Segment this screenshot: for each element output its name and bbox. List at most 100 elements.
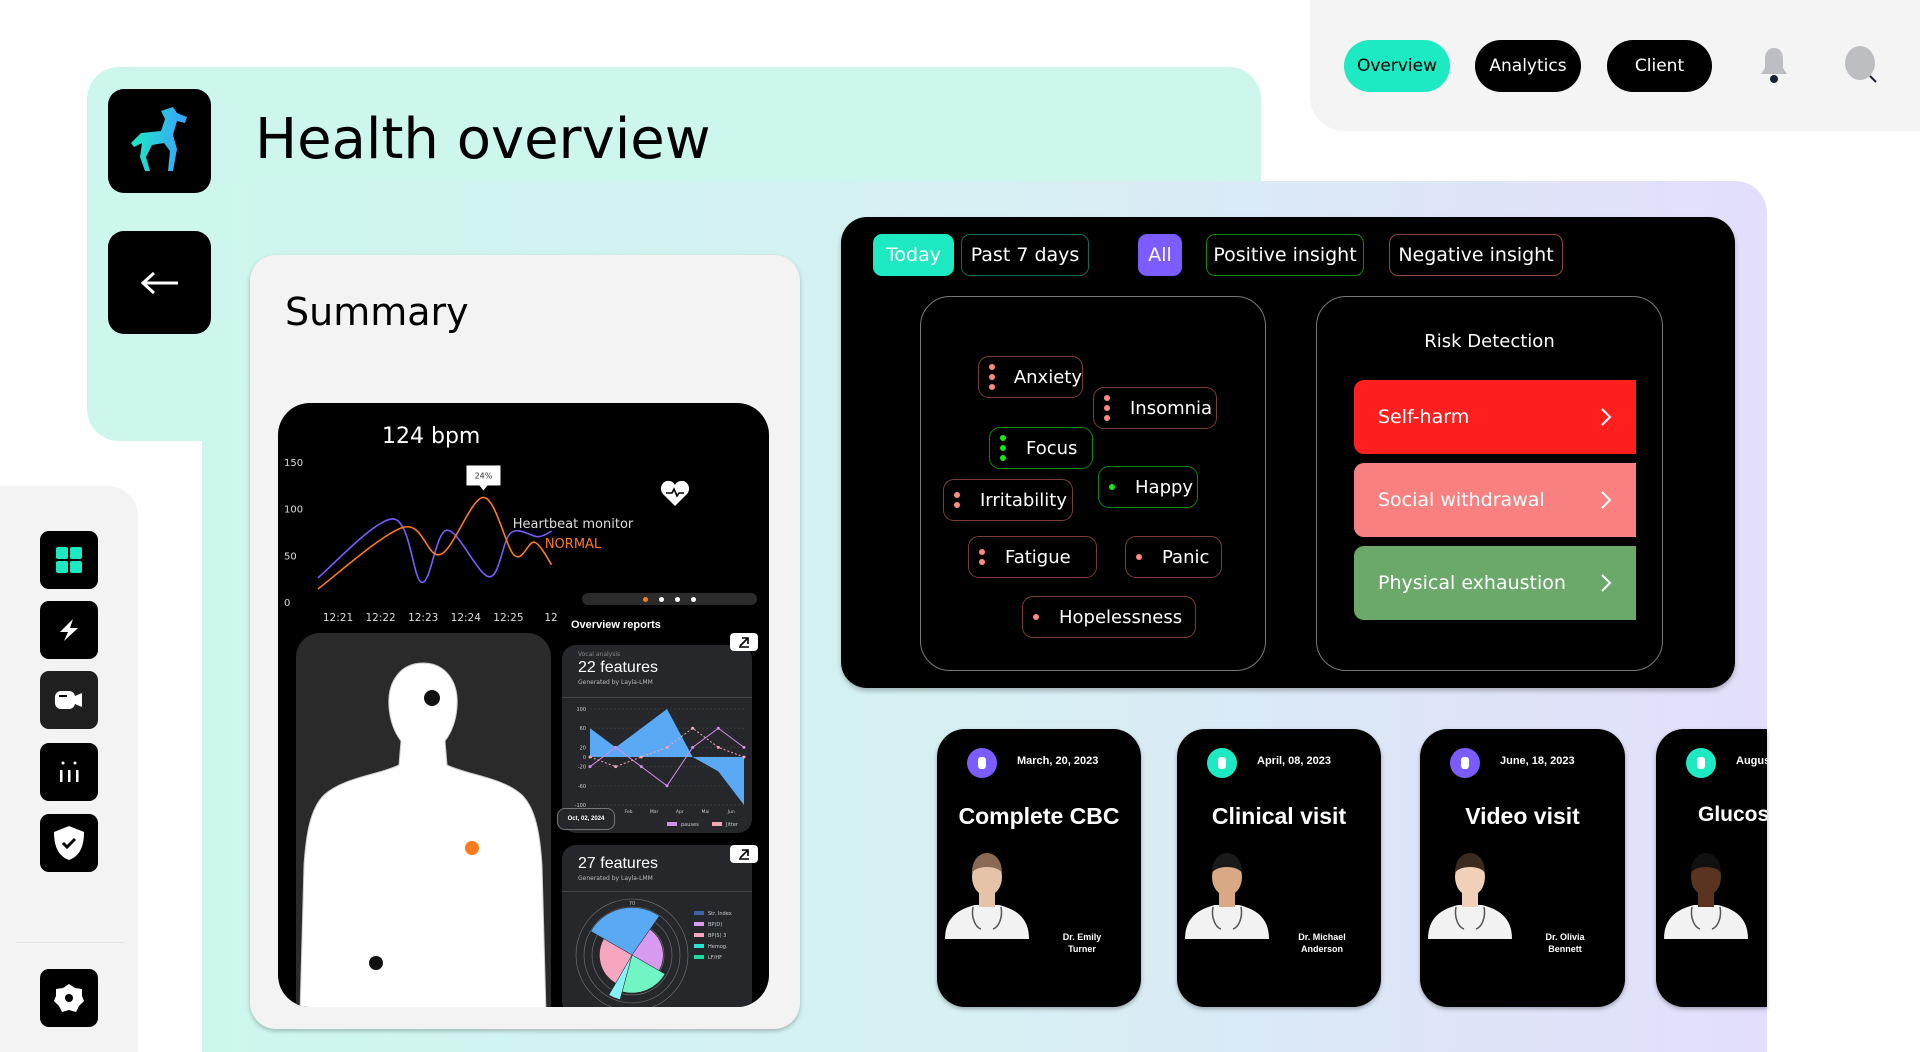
bell-icon[interactable] — [1758, 45, 1790, 87]
overview-reports-label: Overview reports — [571, 619, 661, 631]
expand-report-button[interactable] — [730, 845, 758, 863]
risk-label: Physical exhaustion — [1378, 572, 1566, 594]
y-tick-label: 0 — [284, 598, 290, 609]
severity-dots — [1109, 484, 1123, 490]
heartbeat-monitor-label: Heartbeat monitor — [512, 517, 634, 532]
x-tick-label: Mai — [702, 809, 710, 815]
report-title: 27 features — [578, 855, 659, 872]
symptom-tag[interactable]: Happy — [1098, 466, 1198, 508]
report-subtitle: Generated by Layla-LMM — [578, 679, 653, 686]
chevron-right-icon — [1601, 574, 1612, 592]
risk-item[interactable]: Self-harm — [1354, 380, 1636, 454]
nav-overview[interactable]: Overview — [1344, 40, 1450, 92]
divider — [562, 891, 752, 892]
report-card-vocal[interactable]: Vocal analysis 22 features Generated by … — [562, 645, 752, 833]
carousel-dots — [582, 593, 757, 605]
sidebar-item-settings[interactable] — [40, 969, 98, 1027]
visit-card[interactable]: June, 18, 2023 Video visit Dr. Olivia Be… — [1420, 729, 1625, 1007]
report-card-features[interactable]: 27 features Generated by Layla-LMM 70605… — [562, 845, 752, 1007]
symptom-tag[interactable]: Anxiety — [978, 356, 1083, 398]
symptom-tag[interactable]: Focus — [989, 427, 1093, 469]
expand-report-button[interactable] — [730, 633, 758, 651]
sidebar-item-video[interactable] — [40, 671, 98, 729]
symptom-tag[interactable]: Hopelessness — [1022, 596, 1196, 638]
back-button[interactable] — [108, 231, 211, 334]
doctor-avatar — [1428, 853, 1512, 939]
top-navigation: Overview Analytics Client — [1310, 0, 1920, 131]
data-point — [691, 745, 695, 749]
drop-icon — [1686, 748, 1716, 778]
data-point — [588, 755, 592, 759]
filter-past-7-days[interactable]: Past 7 days — [961, 234, 1089, 276]
data-point — [588, 765, 592, 769]
sidebar-item-activity[interactable] — [40, 601, 98, 659]
risk-detection-title: Risk Detection — [1424, 331, 1555, 352]
legend-label: BP(D) — [708, 922, 722, 928]
doctor-name: Dr. Olivia Bennett — [1545, 932, 1585, 954]
tag-label: Happy — [1135, 476, 1194, 498]
y-tick-label: -20 — [578, 765, 586, 771]
visit-title: Complete CBC — [958, 803, 1120, 829]
visit-card[interactable]: Augus Glucos — [1656, 729, 1767, 1007]
y-tick-label: 20 — [580, 745, 586, 751]
sidebar-item-stats[interactable] — [40, 743, 98, 801]
y-tick-label: 50 — [284, 551, 297, 562]
data-point — [665, 745, 669, 749]
visit-card[interactable]: March, 20, 2023 Complete CBC Dr. Emily T… — [937, 729, 1141, 1007]
symptom-tag[interactable]: Fatigue — [968, 536, 1097, 578]
carousel-dot[interactable] — [691, 596, 696, 602]
severity-dots — [954, 492, 968, 508]
risk-item[interactable]: Social withdrawal — [1354, 463, 1636, 537]
tag-label: Irritability — [980, 489, 1068, 511]
symptom-tag[interactable]: Panic — [1125, 536, 1222, 578]
report-date-badge: Oct, 02, 2024 — [557, 808, 615, 830]
legend-swatch — [694, 944, 704, 948]
legend-swatch — [694, 911, 704, 915]
x-tick-label: Feb — [625, 809, 633, 815]
legend-label: pauses — [681, 822, 699, 828]
legend-label: Str. Index — [708, 911, 732, 917]
summary-dark-panel: 124 bpm 150 100 50 0 12:21 12:22 12:23 12:24 12:… — [278, 403, 769, 1007]
data-point — [691, 726, 695, 730]
data-point — [716, 745, 720, 749]
nav-analytics[interactable]: Analytics — [1475, 40, 1581, 92]
filter-positive-insight[interactable]: Positive insight — [1206, 234, 1364, 276]
tag-label: Panic — [1162, 546, 1210, 568]
test-tube-icon — [967, 748, 997, 778]
filter-all[interactable]: All — [1138, 234, 1182, 276]
nav-client[interactable]: Client — [1607, 40, 1712, 92]
sidebar-item-security[interactable] — [40, 814, 98, 872]
search-icon[interactable] — [1842, 44, 1882, 86]
doctor-avatar — [1664, 853, 1748, 939]
carousel-dot[interactable] — [643, 596, 648, 602]
symptom-tag[interactable]: Irritability — [943, 479, 1073, 521]
filter-today[interactable]: Today — [873, 234, 954, 276]
x-tick-label: Mar — [650, 809, 659, 815]
legend-swatch — [694, 933, 704, 937]
severity-dots — [1104, 395, 1118, 421]
doctor-avatar — [945, 853, 1029, 939]
tag-label: Hopelessness — [1059, 606, 1183, 628]
chevron-right-icon — [1601, 408, 1612, 426]
x-tick-label: Jun — [727, 809, 735, 815]
y-tick-label: 100 — [576, 707, 586, 713]
visit-date: March, 20, 2023 — [1017, 755, 1099, 767]
legend-label: LF/HF — [708, 955, 722, 961]
polar-chart: 70605040Str. IndexBP(D)BP(S) 3Hemog.LF/H… — [575, 898, 732, 1007]
filter-negative-insight[interactable]: Negative insight — [1389, 234, 1563, 276]
sidebar-item-dashboard[interactable] — [40, 531, 98, 589]
carousel-dot[interactable] — [675, 596, 680, 602]
shield-check-icon — [54, 826, 84, 860]
legend-label: Jitter — [725, 822, 739, 828]
visit-card[interactable]: April, 08, 2023 Clinical visit Dr. Micha… — [1177, 729, 1381, 1007]
legend-swatch — [694, 955, 704, 959]
visit-title: Clinical visit — [1211, 803, 1347, 829]
summary-title: Summary — [285, 290, 469, 334]
carousel-dot[interactable] — [659, 596, 664, 602]
severity-dots — [1033, 614, 1047, 620]
symptom-tag[interactable]: Insomnia — [1093, 387, 1217, 429]
risk-item[interactable]: Physical exhaustion — [1354, 546, 1636, 620]
tag-label: Insomnia — [1130, 397, 1213, 419]
heart-icon — [660, 480, 690, 506]
visit-title: Video visit — [1465, 803, 1580, 829]
